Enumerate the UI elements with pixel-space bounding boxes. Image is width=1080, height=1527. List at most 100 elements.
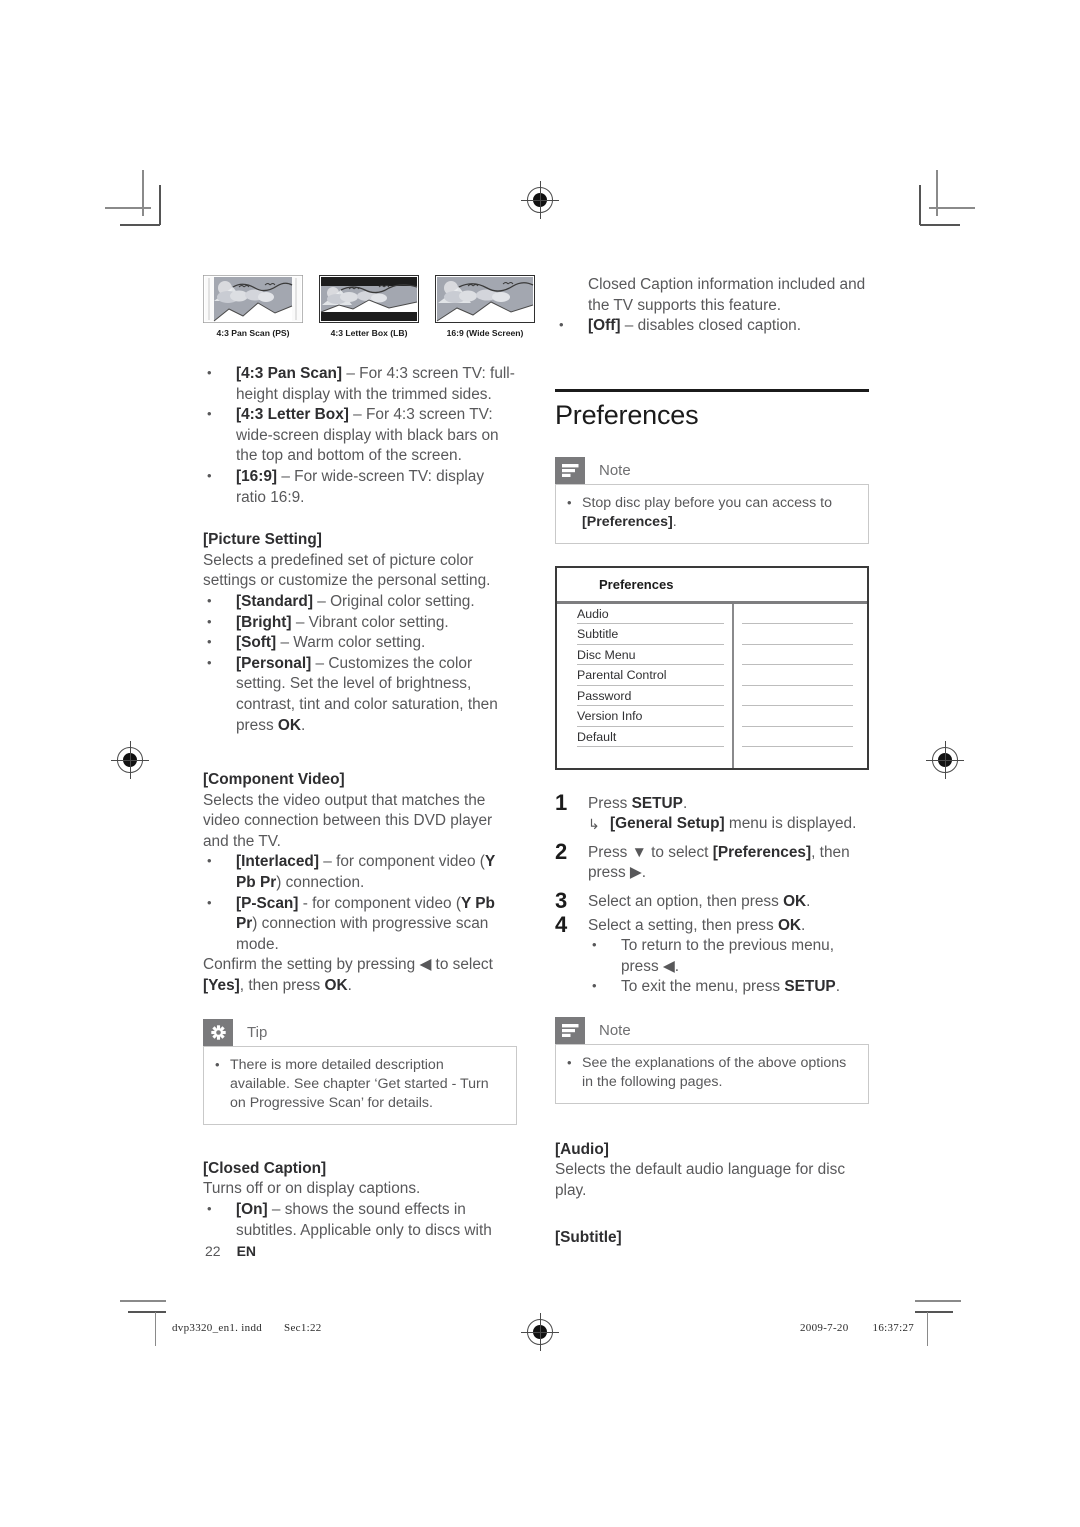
off-bullet-list: [Off] – disables closed caption. (555, 315, 869, 337)
table-row[interactable]: Audio (577, 604, 724, 625)
preferences-reference: [Preferences] (582, 514, 673, 531)
preferences-menu-screenshot: Preferences Audio Subtitle Disc Menu Par… (555, 565, 869, 770)
note-text-b: . (672, 514, 677, 531)
table-row[interactable]: Parental Control (577, 665, 724, 686)
table-row[interactable]: Version Info (577, 706, 724, 727)
table-row-value[interactable] (741, 645, 853, 666)
bullet-text: – disables closed caption. (620, 317, 802, 335)
step-text-b: . (682, 794, 688, 812)
bullet-text: – Warm color setting. (276, 634, 426, 652)
tip-label: Tip (245, 1023, 268, 1041)
note-lines-icon (555, 457, 585, 484)
confirm-text-b: to select (431, 956, 493, 974)
audio-heading: [Audio] (555, 1140, 609, 1158)
bullet-term: [Interlaced] (236, 853, 319, 871)
bullet-term: [P-Scan] (236, 894, 299, 912)
closed-caption-heading: [Closed Caption] (203, 1159, 327, 1177)
step-number: 1 (555, 789, 568, 815)
bullet-text-a: To return to the previous menu, press (621, 937, 835, 975)
step-3: 3 Select an option, then press OK. (555, 887, 869, 913)
step-text-a: Select a setting, then press (588, 916, 778, 934)
note-callout-top-body: Stop disc play before you can access to … (555, 483, 869, 544)
table-row-value[interactable] (741, 706, 853, 727)
step-text-d: . (641, 864, 647, 882)
ok-key: OK (783, 892, 807, 910)
note-label: Note (597, 1021, 631, 1039)
bullet-text: – Vibrant color setting. (291, 613, 449, 631)
letter-box-image (319, 275, 419, 323)
table-row[interactable]: Disc Menu (577, 645, 724, 666)
note-text-a: Stop disc play before you can access to (582, 494, 832, 511)
step-number: 3 (555, 887, 568, 913)
crop-mark-top-right-h (929, 207, 975, 209)
list-item: See the explanations of the above option… (566, 1053, 858, 1093)
note-callout-bottom-header: Note (555, 1016, 869, 1044)
step-text-b: . (806, 892, 811, 910)
bullet-term: [Bright] (236, 613, 292, 631)
crop-mark-bottom-right-h (915, 1300, 961, 1302)
confirm-text-a: Confirm the setting by pressing (203, 956, 420, 974)
left-arrow-icon: ◀ (419, 956, 432, 974)
bullet-term: [Off] (588, 317, 621, 335)
table-row-value[interactable] (741, 624, 853, 645)
bullet-text-a: To exit the menu, press (621, 978, 785, 996)
wide-screen-image (435, 275, 535, 323)
table-row[interactable]: Subtitle (577, 624, 724, 645)
list-item: [Interlaced] – for component video (Y Pb… (203, 851, 517, 893)
table-row-value[interactable] (741, 686, 853, 707)
table-row[interactable]: Default (577, 727, 724, 748)
list-item: [4:3 Pan Scan] – For 4:3 screen TV: full… (203, 363, 517, 405)
audio-text: Selects the default audio language for d… (555, 1161, 846, 1199)
registration-mark-top-center (521, 181, 559, 219)
component-video-heading: [Component Video] (203, 771, 345, 789)
illustration-pan-scan: 4:3 Pan Scan (PS) (203, 275, 303, 338)
bullet-text-tail: ) connection with progressive scan mode. (236, 915, 489, 953)
bullet-text: - for component video ( (298, 894, 461, 912)
page-number-value: 22 (205, 1243, 221, 1259)
footer-rule-right (927, 1312, 928, 1346)
page-number: 22 EN (205, 1243, 256, 1259)
tip-bullet-list: There is more detailed description avail… (214, 1055, 506, 1114)
yes-option: [Yes] (203, 977, 240, 995)
illustration-caption: 4:3 Pan Scan (PS) (216, 328, 290, 338)
list-item: [16:9] – For wide-screen TV: display rat… (203, 466, 517, 508)
crop-mark-top-right-inner-v (919, 185, 921, 225)
list-item: [4:3 Letter Box] – For 4:3 screen TV: wi… (203, 404, 517, 467)
registration-mark-left (111, 741, 149, 779)
note-bullet-list: Stop disc play before you can access to … (566, 493, 858, 533)
illustration-caption: 4:3 Letter Box (LB) (330, 328, 408, 338)
bullet-term: [16:9] (236, 467, 278, 485)
bullet-term: [On] (236, 1201, 268, 1219)
table-row-value[interactable] (741, 727, 853, 748)
subtitle-heading: [Subtitle] (555, 1228, 622, 1246)
step-4: 4 Select a setting, then press OK. To re… (555, 912, 869, 998)
footer-time: 16:37:27 (872, 1322, 915, 1334)
ok-key: OK (324, 977, 348, 995)
note-label: Note (597, 461, 631, 479)
note-callout-bottom: Note See the explanations of the above o… (555, 1016, 869, 1104)
down-arrow-icon: ▼ (631, 843, 647, 861)
step-text-a: Select an option, then press (588, 892, 784, 910)
setup-key: SETUP (631, 794, 683, 812)
table-row[interactable]: Password (577, 686, 724, 707)
step-text-a: Press (588, 843, 632, 861)
list-item: To exit the menu, press SETUP. (588, 976, 869, 998)
list-item: [P-Scan] - for component video (Y Pb Pr)… (203, 893, 517, 956)
bullet-text-b: . (674, 957, 680, 975)
crop-mark-top-left-inner-h (120, 224, 160, 226)
table-row-value[interactable] (741, 665, 853, 686)
pan-scan-image (203, 275, 303, 323)
note-callout-bottom-body: See the explanations of the above option… (555, 1043, 869, 1104)
general-setup-menu: [General Setup] (610, 815, 725, 833)
confirm-text-c: , then press (239, 977, 325, 995)
note-icon-tab (555, 1016, 585, 1044)
closed-caption-intro: Turns off or on display captions. (203, 1180, 421, 1198)
picture-setting-bullet-list: [Standard] – Original color setting. [Br… (203, 591, 517, 736)
closed-caption-bullet-list: [On] – shows the sound effects in subtit… (203, 1199, 517, 1241)
crop-mark-top-right-v (936, 170, 938, 216)
crop-mark-top-left-v (142, 170, 144, 216)
table-row-value[interactable] (741, 604, 853, 625)
section-rule (555, 388, 869, 392)
right-arrow-icon: ▶ (629, 864, 642, 882)
step-4-bullet-list: To return to the previous menu, press ◀.… (588, 935, 869, 998)
